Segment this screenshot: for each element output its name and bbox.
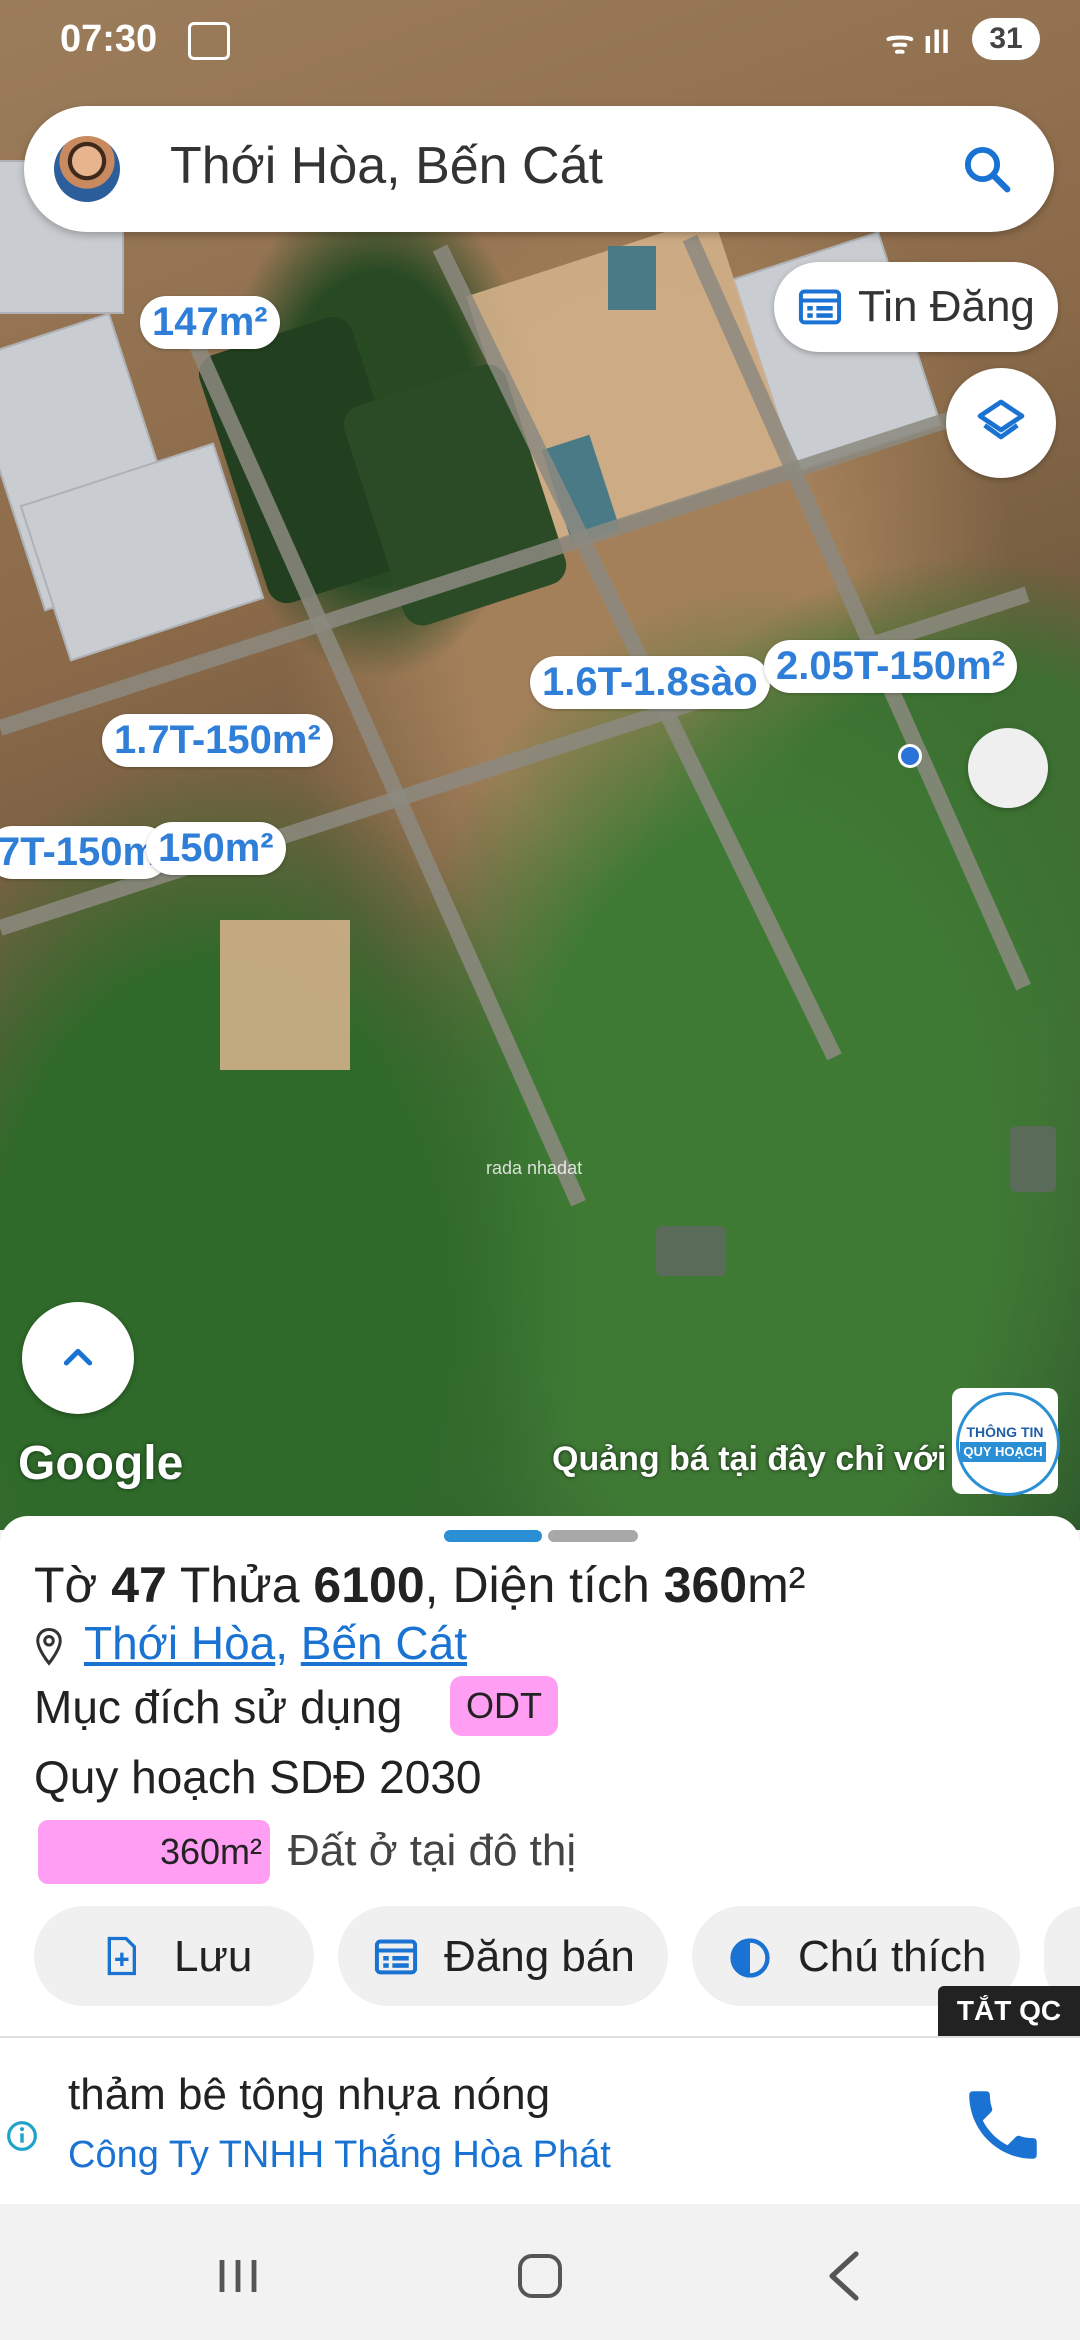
parcel-info-panel[interactable]: Tờ 47 Thửa 6100, Diện tích 360m² Thới Hò…: [0, 1516, 1080, 2036]
to-label: Tờ: [34, 1557, 98, 1613]
price-label[interactable]: 7T-150m: [0, 826, 171, 879]
price-label[interactable]: 150m²: [146, 822, 286, 875]
badge-line1: THÔNG TIN: [966, 1424, 1044, 1440]
land-use-badge: ODT: [450, 1676, 558, 1736]
map-pond: [608, 246, 656, 310]
info-icon[interactable]: [6, 2120, 38, 2152]
price-label[interactable]: 1.6T-1.8sào: [530, 656, 770, 709]
satellite-map[interactable]: 07:30 ᯤ ıll 31 Thới Hòa, Bến Cát Tin Đăn…: [0, 0, 1080, 1530]
phone-icon[interactable]: [958, 2080, 1048, 2170]
search-bar[interactable]: Thới Hòa, Bến Cát: [24, 106, 1054, 232]
search-input[interactable]: Thới Hòa, Bến Cát: [170, 136, 603, 196]
area-unit: m²: [747, 1557, 806, 1613]
ad-company[interactable]: Công Ty TNHH Thắng Hòa Phát: [68, 2134, 611, 2177]
price-label[interactable]: 2.05T-150m²: [764, 640, 1018, 693]
map-pond: [1010, 1126, 1056, 1192]
thua-value: 6100: [313, 1557, 425, 1613]
parcel-location: Thới Hòa, Bến Cát: [34, 1616, 467, 1670]
avatar[interactable]: [54, 136, 120, 202]
file-add-icon: [107, 1936, 136, 1976]
chevron-up-icon: [63, 1348, 93, 1366]
layers-icon: [977, 399, 1025, 440]
ward-link[interactable]: Thới Hòa: [84, 1617, 275, 1669]
contrast-icon: [730, 1938, 770, 1978]
panel-handle-active[interactable]: [444, 1530, 542, 1542]
ad-headline[interactable]: thảm bê tông nhựa nóng: [68, 2070, 550, 2120]
recent-apps-icon[interactable]: [216, 2256, 260, 2296]
parcel-title: Tờ 47 Thửa 6100, Diện tích 360m²: [34, 1556, 805, 1614]
plan-area-bar: 360m²: [38, 1820, 270, 1884]
search-icon[interactable]: [960, 142, 1014, 196]
status-time: 07:30: [60, 18, 158, 60]
post-sale-button[interactable]: Đăng bán: [338, 1906, 668, 2006]
price-label[interactable]: 147m²: [140, 296, 280, 349]
calendar-list-icon: [374, 1939, 418, 1975]
wifi-signal-icon: ᯤ ıll: [885, 24, 950, 60]
expand-up-button[interactable]: [22, 1302, 134, 1414]
map-pond: [656, 1226, 726, 1276]
home-icon[interactable]: [518, 2254, 562, 2298]
post-sale-label: Đăng bán: [444, 1932, 635, 1981]
back-icon[interactable]: [826, 2250, 862, 2302]
calendar-list-icon: [798, 289, 842, 325]
watermark: rada nhadat: [486, 1158, 583, 1178]
area-label: , Diện tích: [424, 1557, 650, 1613]
save-button[interactable]: Lưu: [34, 1906, 314, 2006]
ad-banner[interactable]: thảm bê tông nhựa nóng Công Ty TNHH Thắn…: [0, 2036, 1080, 2206]
panel-handle[interactable]: [548, 1530, 638, 1542]
map-layers-button[interactable]: [946, 368, 1056, 478]
map-sand-lot: [220, 920, 350, 1070]
thua-label: Thửa: [179, 1557, 300, 1613]
tin-dang-label: Tin Đăng: [858, 282, 1035, 331]
system-nav-bar: [0, 2204, 1080, 2340]
badge-line2: QUY HOẠCH: [960, 1442, 1046, 1462]
area-value: 360: [663, 1557, 748, 1613]
plan-area-desc: Đất ở tại đô thị: [288, 1826, 577, 1875]
my-location-dot: [898, 744, 922, 768]
locate-button[interactable]: [968, 728, 1048, 808]
google-logo: Google: [18, 1437, 184, 1490]
screenshot-icon: [188, 22, 230, 60]
tin-dang-button[interactable]: Tin Đăng: [774, 262, 1058, 352]
status-bar: 07:30 ᯤ ıll 31: [60, 18, 1040, 68]
save-label: Lưu: [174, 1932, 253, 1981]
plan-label: Quy hoạch SDĐ 2030: [34, 1751, 482, 1803]
close-ad-button[interactable]: TẮT QC: [938, 1986, 1080, 2036]
planning-info-badge[interactable]: THÔNG TIN QUY HOẠCH: [952, 1388, 1060, 1496]
legend-label: Chú thích: [798, 1932, 987, 1981]
location-pin-icon: [36, 1627, 62, 1666]
district-link[interactable]: Bến Cát: [301, 1617, 467, 1669]
battery-icon: 31: [972, 18, 1040, 60]
price-label[interactable]: 1.7T-150m²: [102, 714, 333, 767]
purpose-label: Mục đích sử dụng: [34, 1681, 403, 1733]
to-value: 47: [111, 1557, 167, 1613]
location-separator: ,: [275, 1617, 289, 1669]
